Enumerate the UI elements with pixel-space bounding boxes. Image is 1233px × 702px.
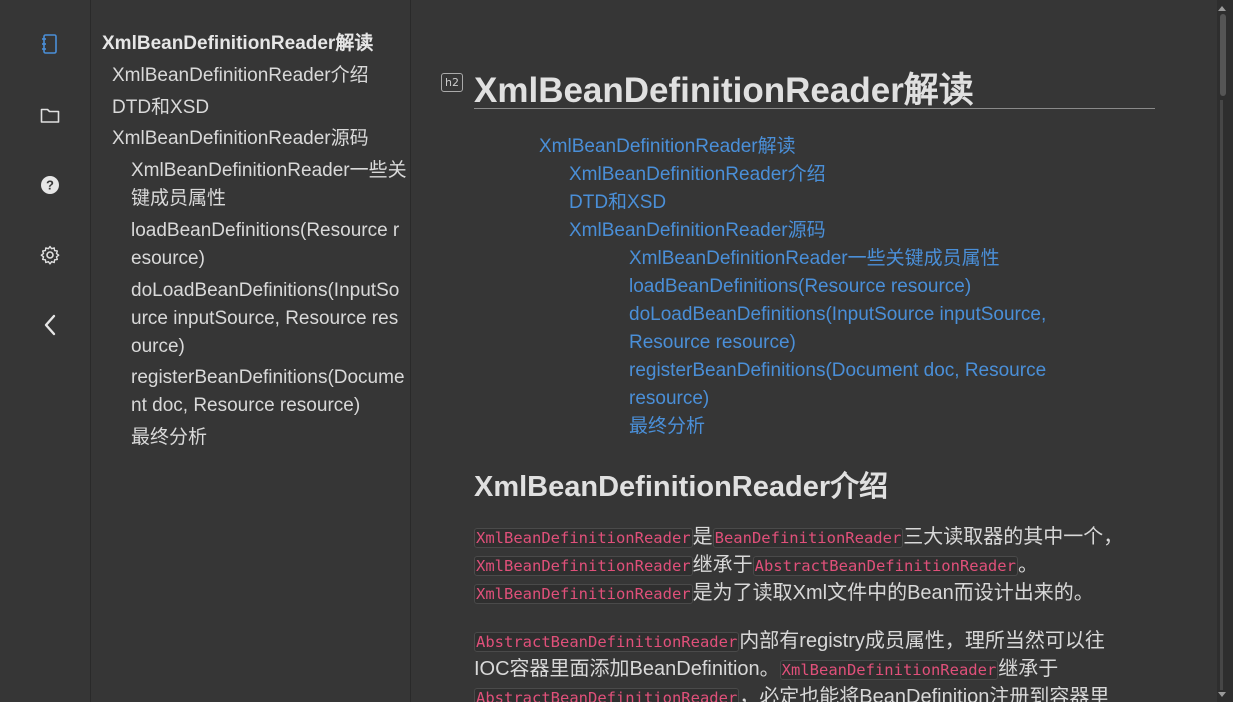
paragraph-line: IOC容器里面添加BeanDefinition。 XmlBeanDefinitio…	[474, 655, 1058, 684]
help-icon: ?	[40, 175, 60, 195]
paragraph-text: 三大读取器的其中一个，	[903, 526, 1124, 548]
inline-code: AbstractBeanDefinitionReader	[752, 556, 1018, 576]
outline-panel: XmlBeanDefinitionReader解读 XmlBeanDefinit…	[91, 0, 411, 702]
help-button[interactable]: ?	[30, 165, 70, 205]
paragraph-line: AbstractBeanDefinitionReader ，必定也能将BeanDe…	[474, 683, 1109, 702]
paragraph-text: 内部有registry成员属性，理所当然可以往	[739, 630, 1105, 652]
inline-code: XmlBeanDefinitionReader	[474, 556, 693, 576]
toc-item[interactable]: XmlBeanDefinitionReader解读	[102, 30, 373, 58]
toc-item[interactable]: XmlBeanDefinitionReader源码	[112, 125, 369, 153]
toc-item[interactable]: XmlBeanDefinitionReader介绍	[112, 62, 369, 90]
svg-text:?: ?	[46, 178, 54, 193]
scrollbar-thumb[interactable]	[1220, 14, 1226, 96]
paragraph-line: AbstractBeanDefinitionReader 内部有registry成…	[474, 627, 1105, 656]
toc-link[interactable]: 最终分析	[629, 413, 705, 441]
inline-code: XmlBeanDefinitionReader	[474, 528, 693, 548]
toc-item[interactable]: XmlBeanDefinitionReader一些关键成员属性	[131, 157, 407, 213]
toc-item[interactable]: registerBeanDefinitions(Document doc, Re…	[131, 364, 407, 420]
inline-code: XmlBeanDefinitionReader	[474, 584, 693, 604]
toc-link[interactable]: doLoadBeanDefinitions(InputSource inputS…	[629, 301, 1046, 329]
toc-item[interactable]: loadBeanDefinitions(Resource resource)	[131, 217, 407, 273]
toc-link[interactable]: DTD和XSD	[569, 189, 666, 217]
inline-code: XmlBeanDefinitionReader	[779, 660, 999, 680]
toc-link[interactable]: XmlBeanDefinitionReader解读	[539, 133, 796, 161]
paragraph-text: 。	[1017, 554, 1038, 576]
paragraph-line: XmlBeanDefinitionReader 是为了读取Xml文件中的Bean而…	[474, 579, 1094, 608]
collapse-sidebar-button[interactable]	[30, 305, 70, 345]
toc-link[interactable]: registerBeanDefinitions(Document doc, Re…	[629, 357, 1046, 385]
paragraph-text: 继承于	[998, 658, 1059, 680]
toc-link[interactable]: resource)	[629, 385, 709, 413]
scrollbar-track[interactable]	[1220, 100, 1223, 690]
outline-icon	[41, 34, 59, 54]
paragraph-text: ，必定也能将BeanDefinition注册到容器里	[739, 686, 1110, 702]
toc-link[interactable]: XmlBeanDefinitionReader介绍	[569, 161, 826, 189]
inline-code: BeanDefinitionReader	[712, 528, 904, 548]
toc-link[interactable]: XmlBeanDefinitionReader一些关键成员属性	[629, 245, 1000, 273]
toc-link[interactable]: Resource resource)	[629, 329, 796, 357]
heading-level-badge: h2	[441, 73, 463, 92]
toc-item[interactable]: doLoadBeanDefinitions(InputSource inputS…	[131, 277, 407, 361]
document-content[interactable]: h2 XmlBeanDefinitionReader解读 XmlBeanDefi…	[411, 0, 1217, 702]
toc-item[interactable]: DTD和XSD	[112, 94, 209, 122]
inline-code: AbstractBeanDefinitionReader	[474, 688, 740, 702]
paragraph-text: IOC容器里面添加BeanDefinition。	[474, 658, 780, 680]
collapse-icon	[43, 314, 57, 336]
inline-code: AbstractBeanDefinitionReader	[474, 632, 740, 652]
files-button[interactable]	[30, 95, 70, 135]
toc-link[interactable]: XmlBeanDefinitionReader源码	[569, 217, 826, 245]
paragraph-text: 继承于	[692, 554, 753, 576]
folder-icon	[40, 106, 60, 124]
activity-rail: ?	[0, 0, 91, 702]
settings-button[interactable]	[30, 235, 70, 275]
heading-divider	[474, 108, 1155, 109]
outline-button[interactable]	[30, 24, 70, 64]
paragraph-line: XmlBeanDefinitionReader 继承于 AbstractBeanDe…	[474, 551, 1038, 580]
toc-link[interactable]: loadBeanDefinitions(Resource resource)	[629, 273, 971, 301]
paragraph-text: 是为了读取Xml文件中的Bean而设计出来的。	[692, 582, 1094, 604]
settings-icon	[40, 245, 60, 265]
scroll-down-arrow-icon[interactable]	[1218, 692, 1226, 697]
paragraph-line: XmlBeanDefinitionReader 是 BeanDefinitionRe…	[474, 523, 1123, 552]
paragraph-text: 是	[692, 526, 713, 548]
toc-item[interactable]: 最终分析	[131, 424, 407, 452]
page-title: XmlBeanDefinitionReader解读	[474, 71, 974, 110]
section-heading: XmlBeanDefinitionReader介绍	[474, 471, 889, 503]
scroll-up-arrow-icon[interactable]	[1218, 6, 1226, 11]
